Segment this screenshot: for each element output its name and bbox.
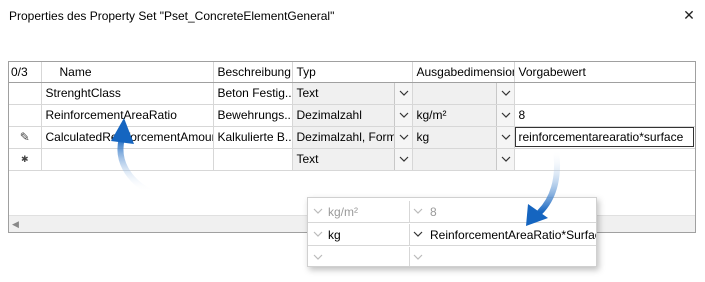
column-header-vorgabewert[interactable]: Vorgabewert bbox=[514, 62, 695, 83]
zoom-callout: kg/m² 8 kg ReinforcementAreaRatio*Surfac… bbox=[307, 197, 597, 267]
cell-typ-dropdown[interactable]: Dezimalzahl, Formel bbox=[292, 126, 413, 149]
cell-typ-value: Text bbox=[296, 152, 319, 166]
cell-name[interactable]: StrenghtClass bbox=[41, 82, 214, 105]
chevron-down-icon bbox=[410, 226, 426, 244]
column-header-typ[interactable]: Typ bbox=[292, 62, 413, 83]
zoom-default-value: ReinforcementAreaRatio*Surface bbox=[430, 228, 597, 242]
cell-vorgabewert[interactable]: 8 bbox=[514, 104, 695, 127]
cell-dim-dropdown[interactable] bbox=[412, 82, 515, 105]
header-row: 0/3 Name Beschreibung Typ Ausgabedimensi… bbox=[9, 62, 695, 83]
cell-typ-value: Text bbox=[296, 86, 319, 100]
asterisk-icon: ✱ bbox=[9, 148, 42, 171]
zoom-dim-value bbox=[324, 247, 410, 266]
properties-table: 0/3 Name Beschreibung Typ Ausgabedimensi… bbox=[9, 62, 695, 171]
chevron-down-icon[interactable] bbox=[495, 104, 513, 125]
chevron-down-icon bbox=[410, 249, 426, 266]
column-header-beschreibung[interactable]: Beschreibung bbox=[213, 62, 293, 83]
cell-typ-dropdown[interactable]: Dezimalzahl bbox=[292, 104, 413, 127]
cell-beschreibung[interactable] bbox=[213, 148, 293, 171]
cell-vorgabewert-editor[interactable]: reinforcementarearatio*surface bbox=[514, 126, 695, 149]
table-row[interactable]: ReinforcementAreaRatio Bewehrungs... Dez… bbox=[9, 104, 695, 127]
scroll-left-icon[interactable]: ◀ bbox=[12, 219, 19, 230]
chevron-down-icon[interactable] bbox=[393, 82, 411, 103]
zoom-dim-value: kg/m² bbox=[324, 201, 410, 223]
cell-name[interactable] bbox=[41, 148, 214, 171]
row-marker bbox=[9, 82, 42, 105]
close-icon[interactable]: ✕ bbox=[677, 4, 701, 26]
pencil-icon: ✎ bbox=[9, 126, 42, 149]
zoom-row: kg ReinforcementAreaRatio*Surface bbox=[308, 224, 597, 246]
table-row[interactable]: StrenghtClass Beton Festig... Text bbox=[9, 82, 695, 105]
cell-dim-value: kg bbox=[416, 130, 430, 144]
chevron-down-icon bbox=[410, 203, 426, 221]
column-header-ausgabedimension[interactable]: Ausgabedimension bbox=[412, 62, 515, 83]
cell-typ-dropdown[interactable]: Text bbox=[292, 148, 413, 171]
cell-typ-value: Dezimalzahl, Formel bbox=[296, 130, 406, 144]
column-header-name[interactable]: Name bbox=[41, 62, 214, 83]
cell-name[interactable]: CalculatedReinforcementAmount bbox=[41, 126, 214, 149]
property-set-dialog: Properties des Property Set "Pset_Concre… bbox=[0, 0, 705, 282]
row-marker bbox=[9, 104, 42, 127]
table-row-new[interactable]: ✱ Text bbox=[9, 148, 695, 171]
zoom-dim-value: kg bbox=[324, 224, 410, 246]
chevron-down-icon[interactable] bbox=[393, 126, 411, 147]
chevron-down-icon[interactable] bbox=[393, 104, 411, 125]
table-row[interactable]: ✎ CalculatedReinforcementAmount Kalkulie… bbox=[9, 126, 695, 149]
chevron-down-icon[interactable] bbox=[393, 148, 411, 169]
cell-dim-value: kg/m² bbox=[416, 108, 447, 122]
cell-vorgabewert[interactable] bbox=[514, 82, 695, 105]
title-bar: Properties des Property Set "Pset_Concre… bbox=[0, 0, 705, 32]
cell-vorgabewert[interactable] bbox=[514, 148, 695, 171]
zoom-default-value: 8 bbox=[430, 205, 437, 219]
cell-typ-dropdown[interactable]: Text bbox=[292, 82, 413, 105]
chevron-down-icon[interactable] bbox=[495, 148, 513, 169]
zoom-row: kg/m² 8 bbox=[308, 201, 596, 223]
cell-dim-dropdown[interactable]: kg bbox=[412, 126, 515, 149]
row-count: 0/3 bbox=[9, 62, 42, 83]
cell-dim-dropdown[interactable] bbox=[412, 148, 515, 171]
zoom-default-value bbox=[426, 247, 596, 266]
chevron-down-icon[interactable] bbox=[495, 82, 513, 103]
cell-dim-dropdown[interactable]: kg/m² bbox=[412, 104, 515, 127]
cell-name[interactable]: ReinforcementAreaRatio bbox=[41, 104, 214, 127]
dialog-title: Properties des Property Set "Pset_Concre… bbox=[9, 9, 335, 23]
chevron-down-icon[interactable] bbox=[495, 126, 513, 147]
cell-beschreibung[interactable]: Beton Festig... bbox=[213, 82, 293, 105]
zoom-row bbox=[308, 247, 596, 266]
cell-beschreibung[interactable]: Kalkulierte B... bbox=[213, 126, 293, 149]
cell-beschreibung[interactable]: Bewehrungs... bbox=[213, 104, 293, 127]
cell-typ-value: Dezimalzahl bbox=[296, 108, 362, 122]
